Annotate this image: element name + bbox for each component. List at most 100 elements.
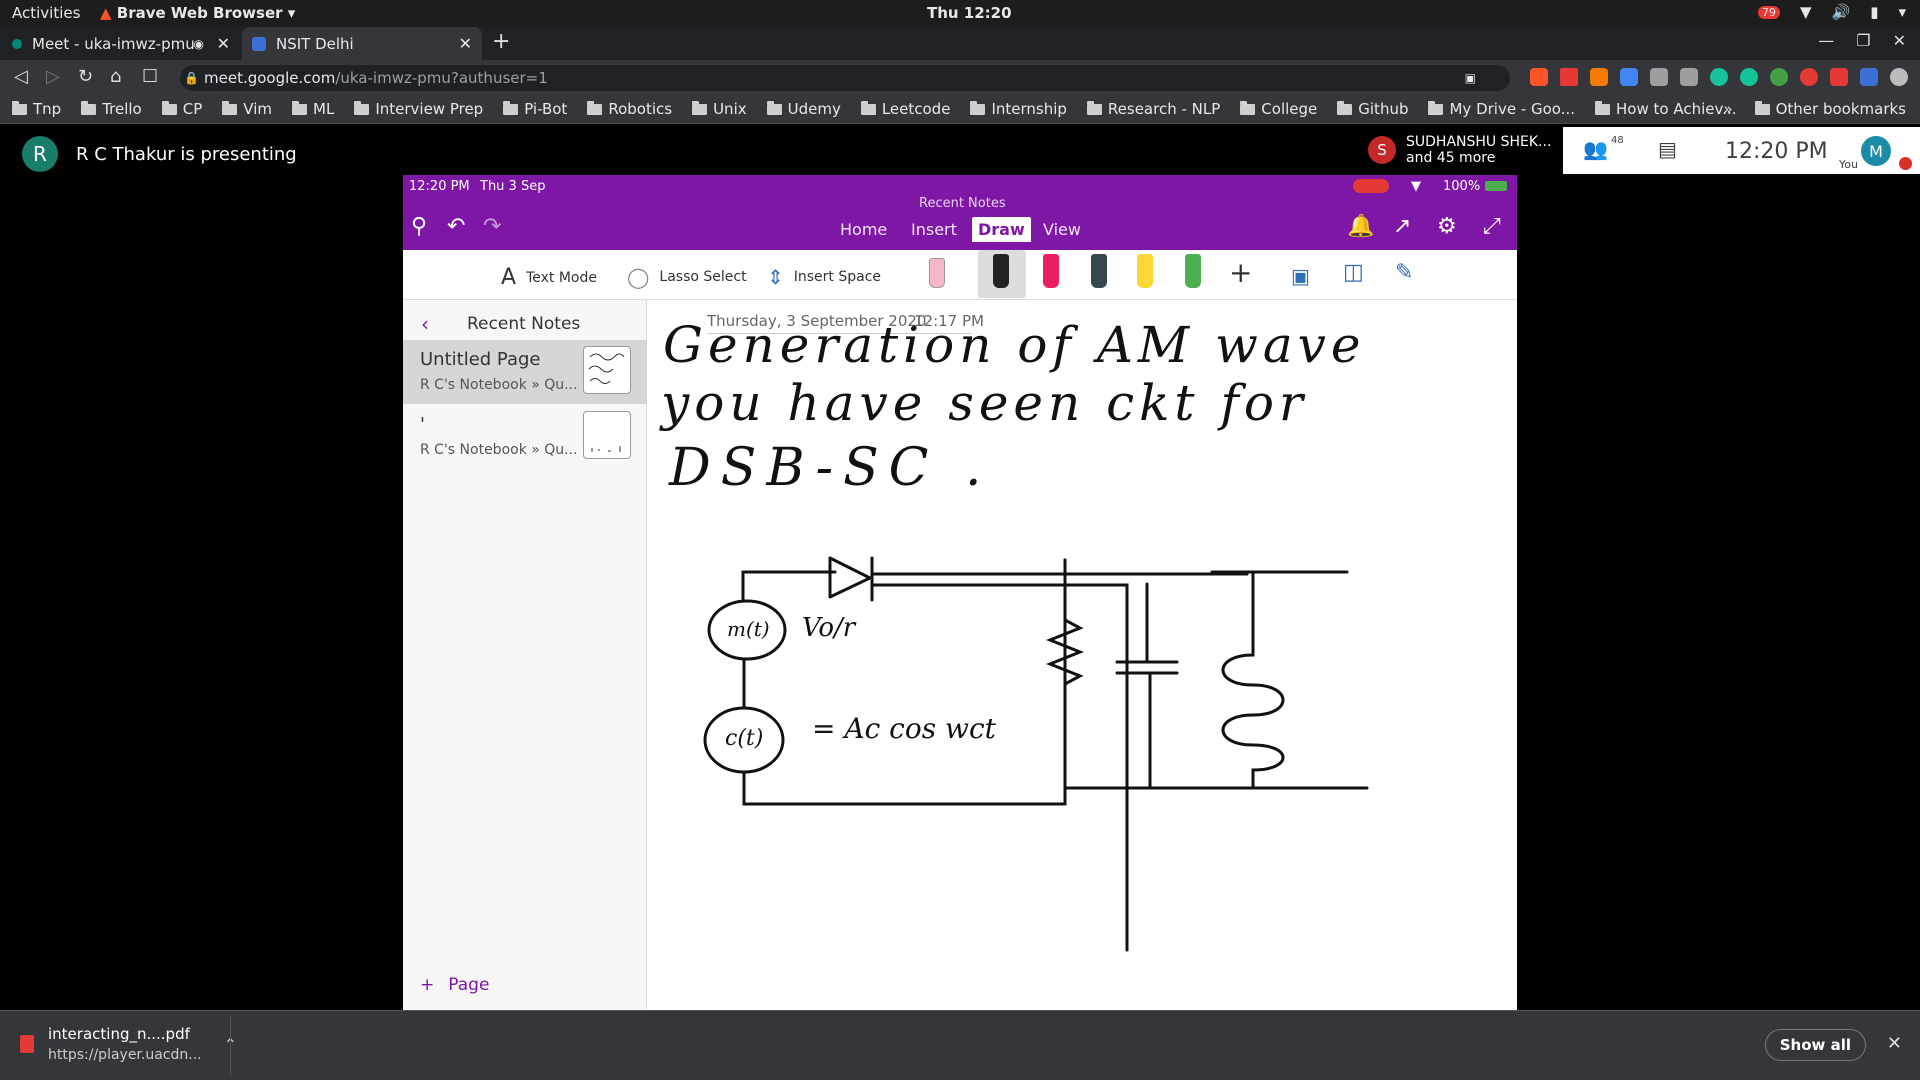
ipad-time: 12:20 PM <box>409 179 470 194</box>
other-bookmarks[interactable]: Other bookmarks <box>1754 100 1906 118</box>
share-icon[interactable]: ↗ <box>1393 214 1411 239</box>
bell-icon[interactable]: 🔔 <box>1347 214 1374 239</box>
pen-black[interactable] <box>993 254 1009 288</box>
tab-view[interactable]: View <box>1043 220 1081 239</box>
page-thumbnail <box>583 346 631 394</box>
page-item[interactable]: Untitled Page R C's Notebook » Qu... <box>403 340 647 404</box>
pen-teal[interactable] <box>1091 254 1107 288</box>
bookmark-item[interactable]: Internship <box>970 100 1067 118</box>
back-icon[interactable]: ◁ <box>14 66 28 87</box>
bookmark-item[interactable]: Vim <box>222 100 272 118</box>
gear-icon[interactable]: ⚙ <box>1437 214 1457 239</box>
show-all-button[interactable]: Show all <box>1764 1029 1866 1061</box>
grammarly-icon[interactable] <box>1710 68 1728 86</box>
extension-icon[interactable] <box>1890 68 1908 86</box>
system-clock[interactable]: Thu 12:20 <box>927 4 1012 22</box>
chat-icon[interactable]: ▤ <box>1658 137 1677 161</box>
extension-icon[interactable] <box>1650 68 1668 86</box>
bookmark-icon[interactable]: ☐ <box>142 66 158 87</box>
eraser-tool[interactable] <box>929 258 945 288</box>
download-item[interactable]: interacting_n....pdf https://player.uacd… <box>20 1025 237 1063</box>
app-menu[interactable]: ▲ Brave Web Browser ▾ <box>100 4 295 22</box>
power-menu-icon[interactable]: ▾ <box>1898 3 1906 21</box>
insert-space-button[interactable]: ⇕ Insert Space <box>767 265 881 289</box>
camera-icon[interactable]: ▣ <box>1465 65 1476 91</box>
translate-icon[interactable] <box>1620 68 1638 86</box>
bookmark-item[interactable]: Trello <box>81 100 142 118</box>
bookmark-item[interactable]: Pi-Bot <box>503 100 567 118</box>
note-canvas[interactable]: Thursday, 3 September 2020 12:17 PM Gene… <box>647 300 1517 1010</box>
extension-icon[interactable] <box>1800 68 1818 86</box>
system-tray[interactable]: 79 ▼ 🔊 ▮ ▾ <box>1757 3 1906 21</box>
tab-insert[interactable]: Insert <box>911 220 957 239</box>
close-tab-icon[interactable]: ✕ <box>217 34 230 53</box>
brave-shields-icon[interactable] <box>1530 68 1548 86</box>
redo-icon[interactable]: ↷ <box>483 214 501 239</box>
grammarly-icon[interactable] <box>1740 68 1758 86</box>
people-icon[interactable]: 👥 <box>1583 137 1608 161</box>
highlighter-yellow[interactable] <box>1137 254 1153 288</box>
brave-rewards-icon[interactable] <box>1560 68 1578 86</box>
new-tab-button[interactable]: + <box>492 29 510 54</box>
bookmark-item[interactable]: My Drive - Goo... <box>1428 100 1575 118</box>
undo-icon[interactable]: ↶ <box>447 214 465 239</box>
minimize-icon[interactable]: — <box>1818 31 1834 50</box>
bookmark-item[interactable]: Interview Prep <box>354 100 483 118</box>
bookmark-item[interactable]: CP <box>161 100 202 118</box>
folder-icon <box>692 100 708 115</box>
self-avatar[interactable]: M <box>1861 136 1891 166</box>
bookmark-item[interactable]: Robotics <box>587 100 672 118</box>
highlighter-green[interactable] <box>1185 254 1201 288</box>
folder-icon <box>81 100 97 115</box>
tab-strip: Meet - uka-imwz-pmu ◉ ✕ NSIT Delhi ✕ + —… <box>0 27 1920 60</box>
home-icon[interactable]: ⌂ <box>110 66 121 87</box>
page-item[interactable]: ' R C's Notebook » Qu... <box>403 405 647 469</box>
bookmark-item[interactable]: ML <box>292 100 334 118</box>
ink-to-shape-icon[interactable]: ◫ <box>1343 260 1364 285</box>
search-icon[interactable]: ⚲ <box>411 214 427 239</box>
ink-replay-icon[interactable]: ✎ <box>1395 260 1413 285</box>
address-bar[interactable]: 🔒 meet.google.com/uka-imwz-pmu?authuser=… <box>180 65 1510 91</box>
extension-icon[interactable] <box>1680 68 1698 86</box>
text-mode-button[interactable]: A Text Mode <box>501 265 597 290</box>
download-source: https://player.uacdn... <box>48 1047 202 1063</box>
folder-icon <box>587 100 603 115</box>
insert-space-icon: ⇕ <box>767 265 784 289</box>
add-page-button[interactable]: + Page <box>420 975 489 995</box>
bookmarks-overflow-button[interactable]: » <box>1723 100 1732 118</box>
close-window-icon[interactable]: ✕ <box>1893 31 1906 50</box>
close-tab-icon[interactable]: ✕ <box>459 34 472 53</box>
close-shelf-icon[interactable]: ✕ <box>1887 1033 1902 1054</box>
shelf-divider <box>230 1017 231 1075</box>
lasso-select-button[interactable]: ◯ Lasso Select <box>627 265 747 289</box>
reload-icon[interactable]: ↻ <box>78 66 93 87</box>
pen-pink[interactable] <box>1043 254 1059 288</box>
tab-nsit[interactable]: NSIT Delhi ✕ <box>242 27 482 60</box>
bookmark-item[interactable]: Leetcode <box>860 100 950 118</box>
battery-icon: ▮ <box>1870 3 1879 21</box>
tab-home[interactable]: Home <box>840 220 887 239</box>
participant-tile[interactable]: S SUDHANSHU SHEK... and 45 more <box>1356 127 1561 173</box>
extension-icon[interactable] <box>1860 68 1878 86</box>
extension-icon[interactable] <box>1770 68 1788 86</box>
battery-icon <box>1485 181 1507 191</box>
shapes-icon[interactable]: ▣ <box>1291 264 1310 288</box>
fullscreen-icon[interactable]: ⤢ <box>1483 214 1501 239</box>
bookmark-item[interactable]: Github <box>1337 100 1408 118</box>
extension-icon[interactable] <box>1590 68 1608 86</box>
bookmark-item[interactable]: College <box>1240 100 1317 118</box>
bookmark-item[interactable]: Tnp <box>12 100 61 118</box>
notification-badge[interactable]: 79 <box>1757 5 1780 19</box>
add-pen-icon[interactable]: + <box>1229 256 1252 289</box>
bookmark-item[interactable]: Research - NLP <box>1086 100 1220 118</box>
forward-icon[interactable]: ▷ <box>46 66 60 87</box>
bookmark-item[interactable]: Udemy <box>766 100 841 118</box>
restore-icon[interactable]: ❐ <box>1856 31 1870 50</box>
bookmark-item[interactable]: Unix <box>692 100 747 118</box>
activities-button[interactable]: Activities <box>12 4 80 22</box>
tab-draw[interactable]: Draw <box>972 217 1031 242</box>
bookmark-item[interactable]: How to Achiev... <box>1595 100 1737 118</box>
back-chevron-icon[interactable]: ‹ <box>421 312 429 336</box>
tab-meet[interactable]: Meet - uka-imwz-pmu ◉ ✕ <box>0 27 240 60</box>
extension-icon[interactable] <box>1830 68 1848 86</box>
